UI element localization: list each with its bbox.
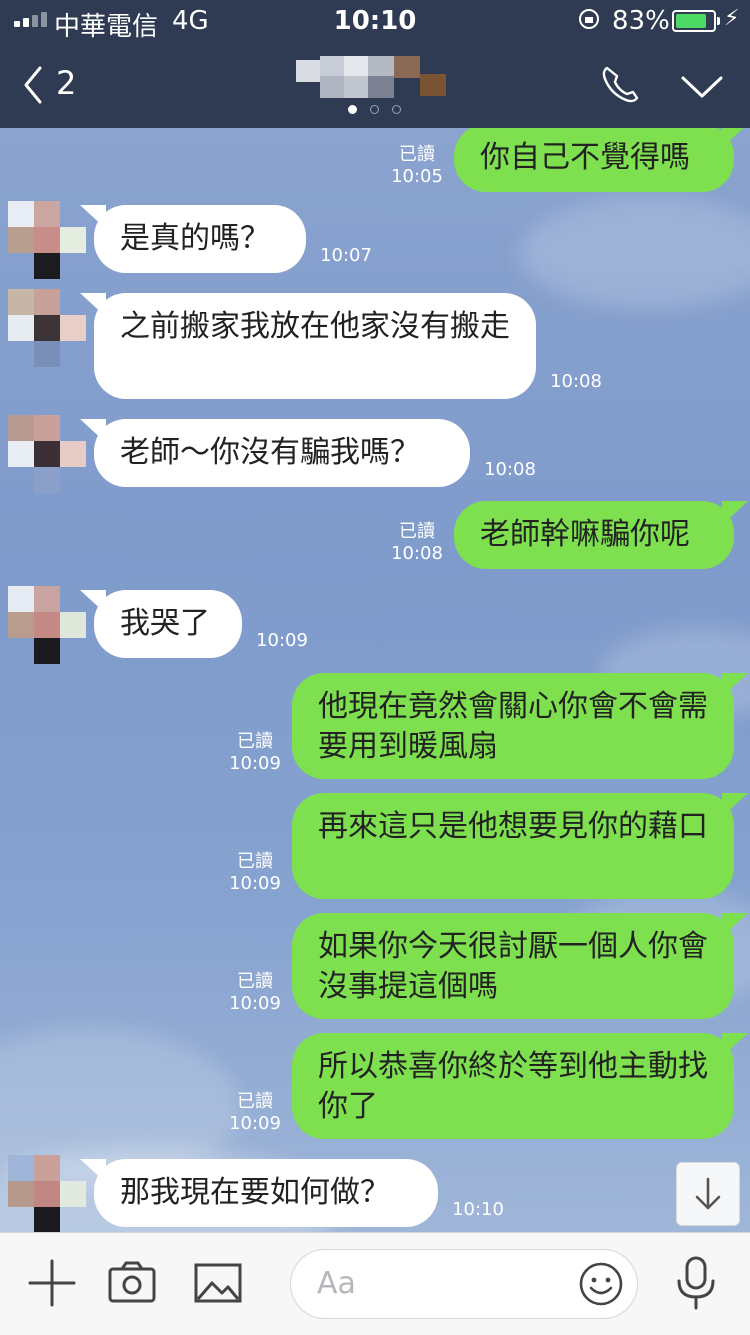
call-button[interactable]	[598, 62, 642, 106]
message-meta: 已讀 10:09	[228, 851, 282, 895]
emoji-button[interactable]	[577, 1260, 625, 1308]
message-meta: 已讀 10:05	[390, 144, 444, 188]
status-bar: 中華電信 4G 10:10 83% ⚡	[0, 0, 750, 42]
message-time: 10:05	[391, 166, 443, 187]
chat-area[interactable]: 你自己不覺得嗎 已讀 10:05 是真的嗎？ 10:07 之前搬家我放在他家沒有搬走 10:…	[0, 128, 750, 1232]
read-receipt: 已讀	[237, 731, 273, 752]
message-time: 10:09	[229, 1113, 281, 1134]
message-input-placeholder: Aa	[317, 1266, 356, 1301]
chat-title-blurred[interactable]	[296, 56, 446, 100]
message-bubble[interactable]: 如果你今天很討厭一個人你會沒事提這個嗎	[292, 913, 748, 1019]
message-text: 老師～你沒有騙我嗎？	[120, 435, 420, 470]
message-bubble[interactable]: 再來這只是他想要見你的藉口	[292, 793, 748, 899]
rotation-lock-icon	[579, 9, 599, 29]
page-dot	[370, 105, 379, 114]
read-receipt: 已讀	[399, 521, 435, 542]
message-text: 所以恭喜你終於等到他主動找你了	[318, 1049, 708, 1124]
message-meta: 已讀 10:08	[390, 521, 444, 565]
message-text: 之前搬家我放在他家沒有搬走	[120, 309, 510, 344]
message-input[interactable]: Aa	[290, 1249, 638, 1319]
image-button[interactable]	[192, 1257, 244, 1309]
unread-count[interactable]: 2	[56, 64, 76, 102]
read-receipt: 已讀	[237, 1091, 273, 1112]
read-receipt: 已讀	[237, 971, 273, 992]
message-bubble[interactable]: 你自己不覺得嗎	[454, 128, 748, 192]
message-bubble[interactable]: 老師～你沒有騙我嗎？	[80, 419, 470, 487]
avatar[interactable]	[8, 586, 86, 664]
page-indicator	[348, 105, 401, 114]
message-bubble[interactable]: 是真的嗎？	[80, 205, 306, 273]
scroll-to-bottom-button[interactable]	[676, 1162, 740, 1226]
message-time: 10:09	[229, 753, 281, 774]
message-text: 老師幹嘛騙你呢	[480, 517, 690, 552]
message-text: 如果你今天很討厭一個人你會沒事提這個嗎	[318, 929, 708, 1004]
avatar[interactable]	[8, 1155, 86, 1232]
message-text: 那我現在要如何做？	[120, 1175, 390, 1210]
message-time: 10:09	[229, 873, 281, 894]
arrow-down-icon	[695, 1177, 721, 1210]
message-time: 10:07	[320, 245, 372, 266]
message-bubble[interactable]: 那我現在要如何做？	[80, 1159, 438, 1227]
camera-button[interactable]	[106, 1257, 158, 1309]
message-time: 10:08	[391, 543, 443, 564]
message-bubble[interactable]: 我哭了	[80, 590, 242, 658]
message-bubble[interactable]: 所以恭喜你終於等到他主動找你了	[292, 1033, 748, 1139]
message-text: 你自己不覺得嗎	[480, 140, 690, 175]
avatar[interactable]	[8, 415, 86, 493]
message-meta: 已讀 10:09	[228, 971, 282, 1015]
message-text: 我哭了	[120, 606, 210, 641]
page-dot	[348, 105, 357, 114]
input-bar: Aa	[0, 1232, 750, 1335]
message-meta: 已讀 10:09	[228, 1091, 282, 1135]
message-time: 10:10	[452, 1199, 504, 1220]
message-bubble[interactable]: 他現在竟然會關心你會不會需要用到暖風扇	[292, 673, 748, 779]
avatar[interactable]	[8, 201, 86, 279]
message-time: 10:08	[484, 459, 536, 480]
message-time: 10:09	[256, 630, 308, 651]
battery-percent: 83%	[612, 6, 670, 36]
page-dot	[392, 105, 401, 114]
top-bar: 中華電信 4G 10:10 83% ⚡ 2	[0, 0, 750, 128]
message-text: 再來這只是他想要見你的藉口	[318, 809, 708, 844]
read-receipt: 已讀	[399, 144, 435, 165]
message-time: 10:09	[229, 993, 281, 1014]
battery-icon	[672, 10, 720, 32]
message-bubble[interactable]: 之前搬家我放在他家沒有搬走	[80, 293, 536, 399]
message-bubble[interactable]: 老師幹嘛騙你呢	[454, 501, 748, 569]
add-button[interactable]	[26, 1257, 78, 1309]
message-meta: 已讀 10:09	[228, 731, 282, 775]
menu-dropdown-button[interactable]	[680, 72, 724, 102]
charging-icon: ⚡	[724, 6, 740, 31]
read-receipt: 已讀	[237, 851, 273, 872]
avatar[interactable]	[8, 289, 86, 367]
microphone-button[interactable]	[670, 1255, 722, 1311]
battery-fill	[676, 14, 706, 28]
message-time: 10:08	[550, 371, 602, 392]
message-text: 他現在竟然會關心你會不會需要用到暖風扇	[318, 689, 708, 764]
message-text: 是真的嗎？	[120, 221, 270, 256]
